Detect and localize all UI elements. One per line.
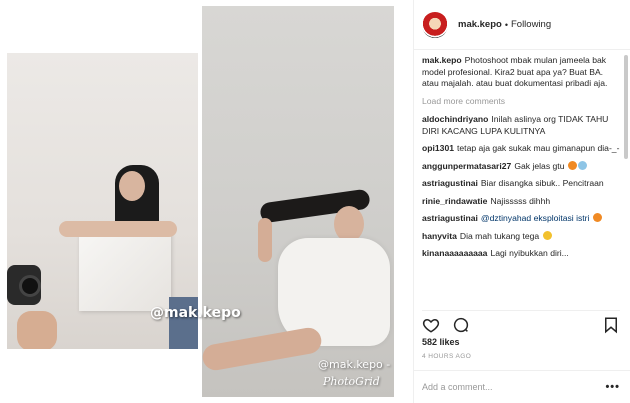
header-username[interactable]: mak.kepo	[458, 19, 502, 30]
comment-username[interactable]: opi1301	[422, 143, 454, 153]
comments-scrollbar[interactable]	[624, 55, 628, 159]
post-actions	[422, 310, 620, 334]
photo-right	[202, 6, 394, 397]
comment-username[interactable]: anggunpermatasari27	[422, 161, 511, 171]
comment-text: @dztinyahad eksploitasi istri	[480, 213, 590, 223]
bookmark-icon[interactable]	[602, 316, 620, 334]
comment-username[interactable]: astriagustinai	[422, 213, 478, 223]
comment-username[interactable]: astriagustinai	[422, 178, 478, 188]
post-timestamp: 4 HOURS AGO	[422, 353, 472, 360]
comment-username[interactable]: kinanaaaaaaaaa	[422, 248, 487, 258]
comment-item: astriagustinai @dztinyahad eksploitasi is…	[422, 213, 620, 225]
post-media[interactable]: @mak.kepo @mak.kepo - PhotoGrid	[0, 0, 413, 403]
comment-text: Dia mah tukang tega	[459, 230, 540, 241]
comment-item: rinie_rindawatie Najisssss dihhh	[422, 196, 620, 208]
comment-item: aldochindriyano Inilah aslinya org TIDAK …	[422, 114, 620, 137]
photographer-hand	[17, 311, 57, 349]
model-head	[334, 206, 364, 242]
comment-text: tetap aja gak sukak mau gimanapun dia-_-	[457, 143, 620, 153]
angry-emoji-icon	[567, 160, 577, 170]
likes-count[interactable]: 582 likes	[422, 337, 460, 347]
camera-lens	[19, 275, 41, 297]
model-face	[119, 171, 145, 201]
comments-list: mak.kepo Photoshoot mbak mulan jameela ba…	[422, 55, 620, 305]
caption-username[interactable]: mak.kepo	[422, 55, 462, 65]
model-leg	[202, 325, 324, 373]
comment-item: hanyvita Dia mah tukang tega	[422, 230, 620, 243]
comment-icon[interactable]	[452, 316, 470, 334]
avatar[interactable]	[422, 11, 448, 38]
comment-item: anggunpermatasari27 Gak jelas gtu	[422, 160, 620, 173]
caption: mak.kepo Photoshoot mbak mulan jameela ba…	[422, 55, 620, 90]
model-arms	[59, 221, 177, 237]
more-options-icon[interactable]: •••	[605, 381, 620, 393]
watermark-small: @mak.kepo -	[318, 358, 391, 371]
comment-item: kinanaaaaaaaaa Lagi nyibukkan diri...	[422, 248, 620, 260]
comment-username[interactable]: hanyvita	[422, 231, 457, 241]
sad-emoji-icon	[577, 160, 587, 170]
model-arm	[258, 218, 272, 262]
post-header: mak.kepo • Following	[414, 0, 630, 50]
smile-emoji-icon	[542, 230, 552, 240]
white-box-prop	[79, 233, 171, 311]
angry-emoji-icon	[592, 213, 602, 222]
watermark-photogrid: PhotoGrid	[323, 375, 380, 388]
comment-input[interactable]	[422, 382, 606, 392]
comment-text: Lagi nyibukkan diri...	[490, 248, 569, 258]
comment-text: Najisssss dihhh	[490, 195, 551, 206]
add-comment-bar: •••	[414, 370, 630, 403]
comment-text: Biar disangka sibuk.. Pencitraan	[480, 178, 604, 188]
following-button[interactable]: Following	[511, 19, 551, 30]
post-sidebar: mak.kepo • Following mak.kepo Photoshoot …	[413, 0, 630, 403]
comment-item: astriagustinai Biar disangka sibuk.. Penc…	[422, 178, 620, 190]
heart-icon[interactable]	[422, 316, 440, 334]
load-more-comments-link[interactable]: Load more comments	[422, 96, 620, 108]
comment-item: opi1301 tetap aja gak sukak mau gimanapun…	[422, 143, 620, 155]
comment-text: Gak jelas gtu	[514, 160, 565, 171]
header-separator: •	[504, 19, 508, 30]
comment-username[interactable]: aldochindriyano	[422, 114, 488, 124]
comment-username[interactable]: rinie_rindawatie	[422, 196, 487, 206]
watermark-big: @mak.kepo	[150, 305, 241, 321]
